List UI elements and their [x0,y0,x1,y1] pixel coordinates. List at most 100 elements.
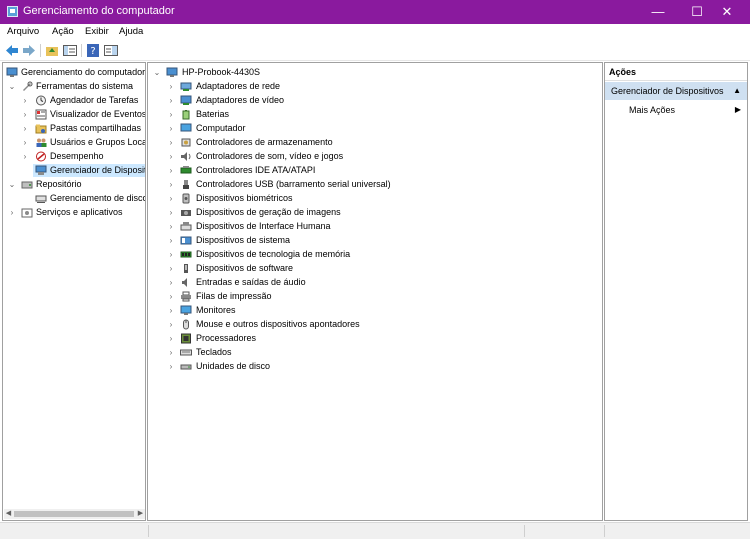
device-list[interactable]: ⌄ HP-Probook-4430S › Adaptadores de rede… [147,62,603,521]
menu-bar: Arquivo Ação Exibir Ajuda [0,24,750,40]
tree-item-storage[interactable]: ⌄ Repositório [3,178,145,191]
device-category[interactable]: › Teclados [148,346,598,359]
device-category[interactable]: › Dispositivos de software [148,262,598,275]
navigation-tree[interactable]: Gerenciamento do computador ⌄ Ferramenta… [2,62,146,521]
menu-exibir[interactable]: Exibir [85,26,109,37]
device-computer-node[interactable]: ⌄ HP-Probook-4430S [148,66,598,79]
scroll-right-icon[interactable]: ▶ [136,509,145,519]
forward-arrow-icon[interactable] [21,43,37,58]
toolbar-separator [81,44,82,57]
chevron-right-icon[interactable]: › [167,360,175,373]
tree-item-label: Repositório [36,179,82,189]
chevron-down-icon[interactable]: ⌄ [153,66,161,79]
chevron-right-icon[interactable]: › [167,94,175,107]
chevron-right-icon[interactable]: › [8,206,16,219]
collapse-up-icon[interactable]: ▲ [733,82,741,100]
chevron-right-icon[interactable]: › [167,276,175,289]
device-category[interactable]: › Controladores IDE ATA/ATAPI [148,164,598,177]
chevron-right-icon[interactable]: › [167,318,175,331]
chevron-right-icon[interactable]: › [167,262,175,275]
chevron-right-icon[interactable]: › [167,332,175,345]
chevron-right-icon[interactable]: › [167,136,175,149]
more-actions-item[interactable]: Mais Ações ▶ [605,102,747,118]
chevron-right-icon[interactable]: › [167,80,175,93]
computer-management-icon [7,6,18,17]
menu-ajuda[interactable]: Ajuda [119,26,143,37]
device-category[interactable]: › Controladores de som, vídeo e jogos [148,150,598,163]
show-hide-tree-icon[interactable] [62,43,78,58]
device-category-label: Dispositivos biométricos [196,193,293,203]
tree-item-root[interactable]: Gerenciamento do computador [3,66,145,79]
chevron-right-icon[interactable]: › [21,150,29,163]
scrollbar-thumb[interactable] [14,511,134,517]
tree-item-system-tools[interactable]: ⌄ Ferramentas do sistema [3,80,145,93]
users-icon [35,137,47,148]
tree-item-device-manager[interactable]: Gerenciador de Disposit [33,164,145,177]
chevron-right-icon[interactable]: › [167,220,175,233]
tree-item-label: Gerenciador de Disposit [50,165,146,175]
device-category[interactable]: › Dispositivos biométricos [148,192,598,205]
device-category[interactable]: › Controladores USB (barramento serial u… [148,178,598,191]
tree-item-performance[interactable]: › Desempenho [3,150,145,163]
device-category-label: Controladores USB (barramento serial uni… [196,179,391,189]
device-category[interactable]: › Dispositivos de sistema [148,234,598,247]
storage-icon [21,179,33,190]
device-category[interactable]: › Monitores [148,304,598,317]
device-category[interactable]: › Adaptadores de vídeo [148,94,598,107]
scroll-left-icon[interactable]: ◀ [4,509,13,519]
chevron-right-icon[interactable]: › [167,248,175,261]
chevron-right-icon[interactable]: › [167,164,175,177]
title-bar: Gerenciamento do computador — ☐ ✕ [0,0,750,24]
chevron-right-icon[interactable]: › [167,290,175,303]
tree-item-task-scheduler[interactable]: › Agendador de Tarefas [3,94,145,107]
chevron-right-icon[interactable]: › [21,108,29,121]
chevron-right-icon[interactable]: › [21,94,29,107]
computer-icon [180,123,192,134]
device-category[interactable]: › Dispositivos de tecnologia de memória [148,248,598,261]
tree-item-label: Visualizador de Eventos [50,109,146,119]
sound-icon [180,151,192,162]
device-category[interactable]: › Mouse e outros dispositivos apontadore… [148,318,598,331]
tree-item-local-users-groups[interactable]: › Usuários e Grupos Loca [3,136,145,149]
device-category[interactable]: › Unidades de disco [148,360,598,373]
device-category-label: Baterias [196,109,230,119]
device-category[interactable]: › Controladores de armazenamento [148,136,598,149]
chevron-right-icon[interactable]: › [167,192,175,205]
chevron-right-icon[interactable]: › [167,122,175,135]
chevron-right-icon[interactable]: › [167,234,175,247]
show-hide-actions-icon[interactable] [103,43,119,58]
up-folder-icon[interactable] [44,43,60,58]
tree-item-shared-folders[interactable]: › Pastas compartilhadas [3,122,145,135]
chevron-right-icon[interactable]: › [167,346,175,359]
device-category[interactable]: › Adaptadores de rede [148,80,598,93]
tree-item-disk-management[interactable]: Gerenciamento de disco [3,192,145,205]
tree-item-services-apps[interactable]: › Serviços e aplicativos [3,206,145,219]
services-icon [21,207,33,218]
menu-acao[interactable]: Ação [52,26,74,37]
chevron-right-icon[interactable]: › [167,304,175,317]
chevron-right-icon[interactable]: › [21,136,29,149]
hid-icon [180,221,192,232]
chevron-down-icon[interactable]: ⌄ [8,178,16,191]
chevron-down-icon[interactable]: ⌄ [8,80,16,93]
device-category-label: Dispositivos de tecnologia de memória [196,249,351,259]
device-category[interactable]: › Entradas e saídas de áudio [148,276,598,289]
chevron-right-icon[interactable]: › [21,122,29,135]
back-arrow-icon[interactable] [4,43,20,58]
chevron-right-icon[interactable]: › [167,108,175,121]
actions-group-device-manager[interactable]: Gerenciador de Dispositivos ▲ [605,82,747,100]
device-category[interactable]: › Computador [148,122,598,135]
chevron-right-icon[interactable]: › [167,150,175,163]
device-category[interactable]: › Processadores [148,332,598,345]
device-category[interactable]: › Baterias [148,108,598,121]
close-button[interactable]: ✕ [704,0,750,24]
device-category[interactable]: › Dispositivos de Interface Humana [148,220,598,233]
menu-arquivo[interactable]: Arquivo [7,26,39,37]
device-category[interactable]: › Dispositivos de geração de imagens [148,206,598,219]
chevron-right-icon[interactable]: › [167,206,175,219]
horizontal-scrollbar[interactable]: ◀ ▶ [4,509,145,519]
device-category[interactable]: › Filas de impressão [148,290,598,303]
tree-item-event-viewer[interactable]: › Visualizador de Eventos [3,108,145,121]
chevron-right-icon[interactable]: › [167,178,175,191]
help-icon[interactable]: ? [85,43,101,58]
